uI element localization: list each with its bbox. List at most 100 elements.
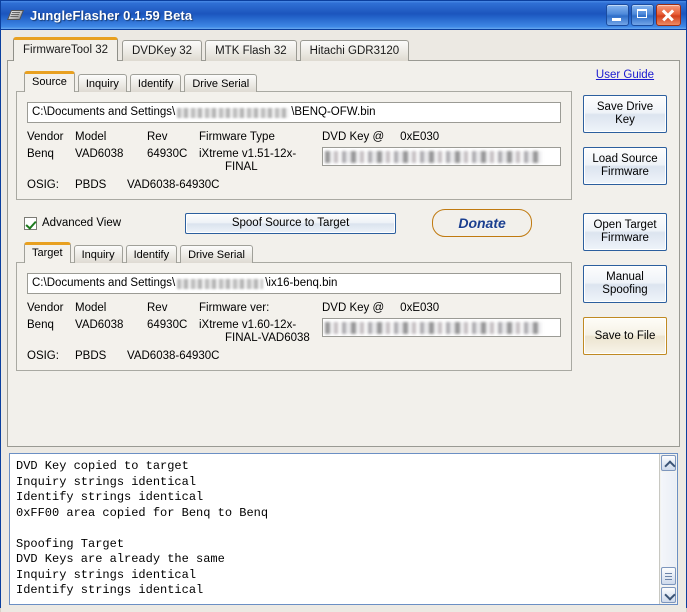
source-firmware-header: Firmware Type [199,131,275,143]
source-dvd-key-header: DVD Key @ 0xE030 [322,131,561,143]
minimize-button[interactable] [606,4,629,26]
target-vendor-value: Benq [27,319,54,331]
target-rev-value: 64930C [147,319,188,331]
target-info-left: Vendor Model Rev Firmware ver: Benq VAD6… [27,302,312,362]
subtab-target-identify[interactable]: Identify [125,245,178,263]
source-dvd-key-field[interactable] [322,147,561,166]
scroll-down-icon[interactable] [661,586,676,603]
save-drive-key-button[interactable]: Save Drive Key [583,95,667,133]
user-guide-link[interactable]: User Guide [579,69,671,81]
maximize-button[interactable] [631,4,654,26]
target-path-suffix: \ix16-benq.bin [265,277,338,289]
target-panel-body: C:\Documents and Settings\ \ix16-benq.bi… [16,262,572,371]
target-path-prefix: C:\Documents and Settings\ [32,277,176,289]
source-path-field[interactable]: C:\Documents and Settings\ \BENQ-OFW.bin [27,102,561,123]
target-firmware-header: Firmware ver: [199,302,270,314]
target-section: Target Inquiry Identify Drive Serial C:\… [16,242,572,371]
source-tab-strip: Source Inquiry Identify Drive Serial [16,71,572,92]
window-title: JungleFlasher 0.1.59 Beta [30,7,193,23]
target-dvd-key-field[interactable] [322,318,561,337]
target-firmware-line2: FINAL-VAD6038 [225,332,310,344]
open-target-firmware-button[interactable]: Open Target Firmware [583,213,667,251]
load-source-firmware-button[interactable]: Load Source Firmware [583,147,667,185]
target-model-value: VAD6038 [75,319,124,331]
title-bar: JungleFlasher 0.1.59 Beta [1,1,686,30]
source-firmware-line1: iXtreme v1.51-12x- [199,148,297,160]
spoof-source-to-target-button[interactable]: Spoof Source to Target [185,212,397,234]
check-icon [24,216,37,230]
client-area: FirmwareTool 32 DVDKey 32 MTK Flash 32 H… [1,30,686,612]
tab-hitachi-gdr3120[interactable]: Hitachi GDR3120 [299,40,410,61]
source-vendor-value: Benq [27,148,54,160]
source-rev-header: Rev [147,131,168,143]
subtab-target-drive-serial[interactable]: Drive Serial [180,245,253,263]
target-osig-label: OSIG: [27,350,59,362]
target-dvd-key-header: DVD Key @ 0xE030 [322,302,561,314]
advanced-view-label: Advanced View [42,217,122,229]
source-firmware-line2: FINAL [225,161,258,173]
target-dvd-key-address: 0xE030 [400,302,440,314]
source-path-redacted [177,107,290,118]
subtab-source-identify[interactable]: Identify [129,74,182,92]
log-scrollbar[interactable] [659,454,677,604]
advanced-view-checkbox[interactable]: Advanced View [24,216,122,230]
target-info-grid: Vendor Model Rev Firmware ver: Benq VAD6… [27,302,312,345]
target-vendor-header: Vendor [27,302,64,314]
subtab-target[interactable]: Target [24,242,71,263]
source-panel-body: C:\Documents and Settings\ \BENQ-OFW.bin… [16,91,572,200]
source-dvd-key-address: 0xE030 [400,131,440,143]
chip-icon [6,7,25,23]
tab-mtk-flash-32[interactable]: MTK Flash 32 [205,40,297,61]
target-osig-value: VAD6038-64930C [127,350,220,362]
firmwaretool-tab-panel: Source Inquiry Identify Drive Serial C:\… [7,60,680,447]
source-info-row: Vendor Model Rev Firmware Type Benq VAD6… [27,131,561,191]
scrollbar-thumb[interactable] [661,566,676,585]
manual-spoofing-button[interactable]: Manual Spoofing [583,265,667,303]
target-osig-vendor: PBDS [75,350,107,362]
source-dvd-key-label: DVD Key @ [322,131,385,143]
action-sidebar: User Guide Save Drive Key Load Source Fi… [579,69,671,369]
tab-firmwaretool-32[interactable]: FirmwareTool 32 [13,37,118,61]
subtab-source-inquiry[interactable]: Inquiry [77,74,127,92]
target-osig-row: OSIG: PBDS VAD6038-64930C [27,350,312,362]
source-osig-label: OSIG: [27,179,59,191]
save-to-file-button[interactable]: Save to File [583,317,667,355]
log-console: DVD Key copied to target Inquiry strings… [9,453,678,605]
source-osig-value: VAD6038-64930C [127,179,220,191]
source-vendor-header: Vendor [27,131,64,143]
application-window: JungleFlasher 0.1.59 Beta FirmwareTool 3… [0,0,687,612]
source-osig-vendor: PBDS [75,179,107,191]
source-path-prefix: C:\Documents and Settings\ [32,106,176,118]
source-dvd-key-redacted [325,151,542,163]
scroll-up-icon[interactable] [661,455,676,472]
target-firmware-line1: iXtreme v1.60-12x- [199,319,297,331]
target-path-field[interactable]: C:\Documents and Settings\ \ix16-benq.bi… [27,273,561,294]
target-firmware-value: iXtreme v1.60-12x- FINAL-VAD6038 [199,319,312,345]
target-model-header: Model [75,302,107,314]
source-info-left: Vendor Model Rev Firmware Type Benq VAD6… [27,131,312,191]
subtab-target-inquiry[interactable]: Inquiry [73,245,123,263]
target-dvd-key-label: DVD Key @ [322,302,385,314]
target-path-redacted [177,278,264,289]
donate-button[interactable]: Donate [432,209,533,237]
target-dvd-key-redacted [325,322,542,334]
source-model-value: VAD6038 [75,148,124,160]
middle-controls: Advanced View Spoof Source to Target Don… [16,209,671,237]
target-info-right: DVD Key @ 0xE030 [312,302,561,362]
source-path-suffix: \BENQ-OFW.bin [291,106,376,118]
target-tab-strip: Target Inquiry Identify Drive Serial [16,242,572,263]
target-info-row: Vendor Model Rev Firmware ver: Benq VAD6… [27,302,561,362]
source-firmware-value: iXtreme v1.51-12x- FINAL [199,148,312,174]
source-section: Source Inquiry Identify Drive Serial C:\… [16,71,572,200]
tab-dvdkey-32[interactable]: DVDKey 32 [122,40,203,61]
window-controls [606,4,683,26]
subtab-source[interactable]: Source [24,71,75,92]
subtab-source-drive-serial[interactable]: Drive Serial [184,74,258,92]
log-text[interactable]: DVD Key copied to target Inquiry strings… [10,454,659,604]
source-osig-row: OSIG: PBDS VAD6038-64930C [27,179,312,191]
source-info-grid: Vendor Model Rev Firmware Type Benq VAD6… [27,131,312,174]
source-info-right: DVD Key @ 0xE030 [312,131,561,191]
main-tab-strip: FirmwareTool 32 DVDKey 32 MTK Flash 32 H… [7,37,680,61]
source-model-header: Model [75,131,107,143]
close-button[interactable] [656,4,681,26]
